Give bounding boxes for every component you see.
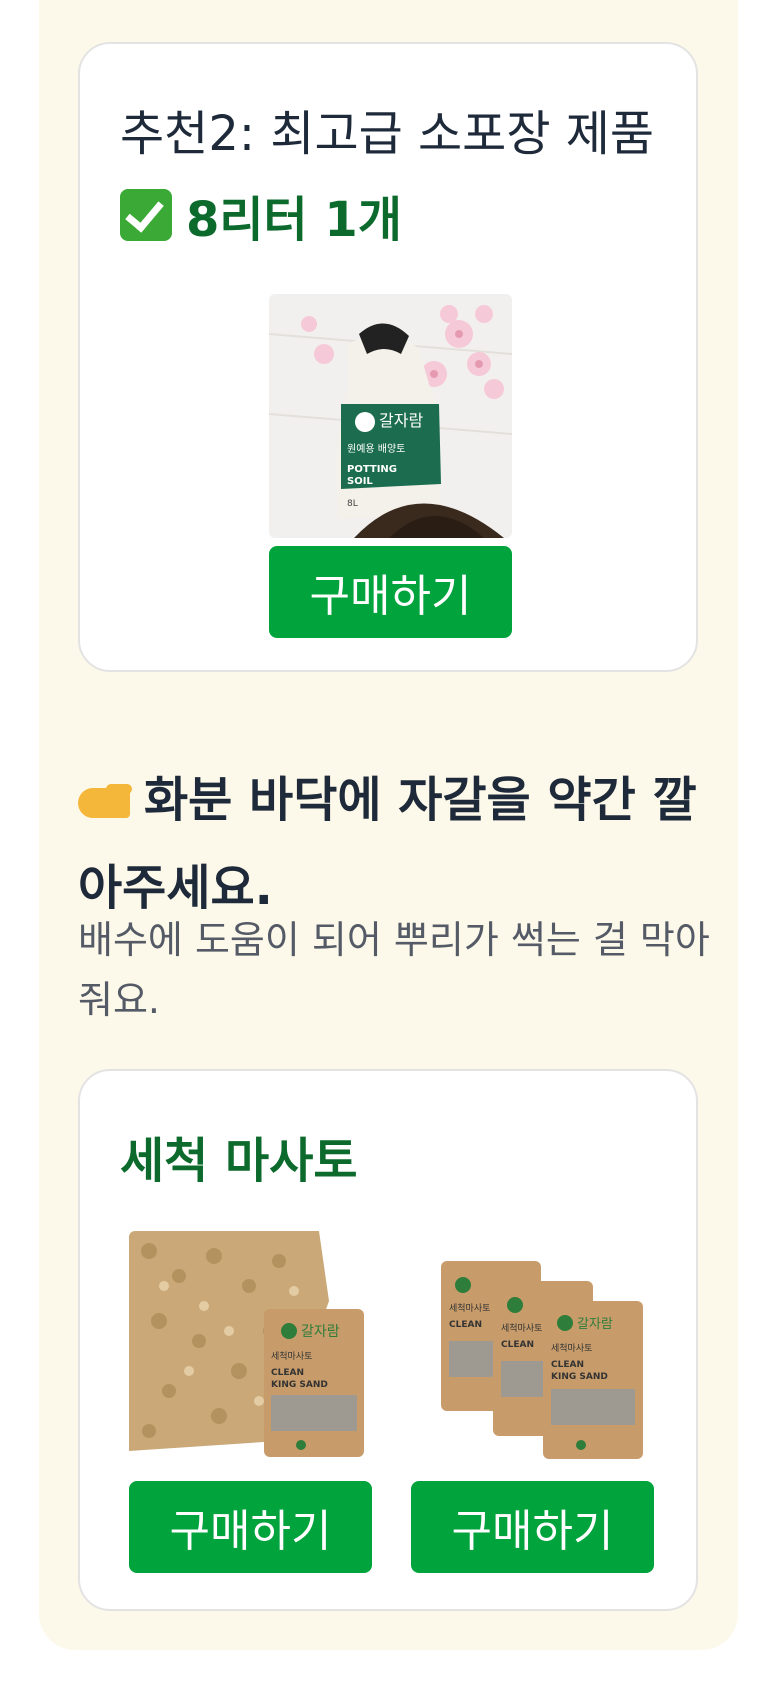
clean-sand-image-1[interactable]: 갈자람 세척마사토 CLEAN KING SAND: [129, 1231, 372, 1465]
potting-soil-image[interactable]: 갈자람 원예용 배양토 POTTING SOIL 8L: [269, 294, 512, 538]
product-card-clean-sand: 세척 마사토 갈자람 세척마사토 CLEAN KING SAND 구매하기 세척…: [78, 1069, 698, 1611]
svg-text:원예용 배양토: 원예용 배양토: [347, 443, 405, 455]
svg-text:CLEAN: CLEAN: [449, 1320, 482, 1330]
buy-button[interactable]: 구매하기: [411, 1481, 654, 1573]
svg-text:SOIL: SOIL: [347, 476, 373, 487]
card-title: 세척 마사토: [120, 1133, 358, 1189]
svg-text:세척마사토: 세척마사토: [271, 1351, 312, 1362]
svg-text:KING SAND: KING SAND: [271, 1380, 328, 1390]
svg-text:갈자람: 갈자람: [301, 1324, 340, 1340]
pointing-hand-icon: [78, 784, 132, 818]
buy-button[interactable]: 구매하기: [129, 1481, 372, 1573]
svg-text:8L: 8L: [347, 499, 358, 509]
svg-text:갈자람: 갈자람: [379, 411, 423, 430]
svg-text:세척마사토: 세척마사토: [501, 1323, 542, 1334]
svg-text:세척마사토: 세척마사토: [449, 1303, 490, 1314]
tip-heading-text: 화분 바닥에 자갈을 약간 깔아주세요.: [78, 772, 697, 916]
check-mark-icon: [120, 189, 172, 241]
svg-text:CLEAN: CLEAN: [551, 1360, 584, 1370]
svg-text:CLEAN: CLEAN: [501, 1340, 534, 1350]
tip-description: 배수에 도움이 되어 뿌리가 썩는 걸 막아줘요.: [78, 918, 710, 1022]
card-title: 추천2: 최고급 소포장 제품: [120, 106, 655, 162]
svg-text:세척마사토: 세척마사토: [551, 1343, 592, 1354]
svg-text:KING SAND: KING SAND: [551, 1372, 608, 1382]
card-subtitle-text: 8리터 1개: [186, 192, 402, 248]
svg-text:POTTING: POTTING: [347, 464, 397, 475]
clean-sand-image-2[interactable]: 세척마사토 CLEAN 세척마사토 CLEAN 갈자람 세척마사토 CLEAN …: [411, 1231, 654, 1465]
svg-text:CLEAN: CLEAN: [271, 1368, 304, 1378]
tip-heading: 화분 바닥에 자갈을 약간 깔아주세요.: [78, 756, 718, 932]
svg-text:갈자람: 갈자람: [577, 1317, 613, 1332]
buy-button[interactable]: 구매하기: [269, 546, 512, 638]
product-card-potting-soil: 추천2: 최고급 소포장 제품 8리터 1개 갈자람 원예용 배양토 POTTI…: [78, 42, 698, 672]
card-subtitle: 8리터 1개: [120, 180, 402, 250]
